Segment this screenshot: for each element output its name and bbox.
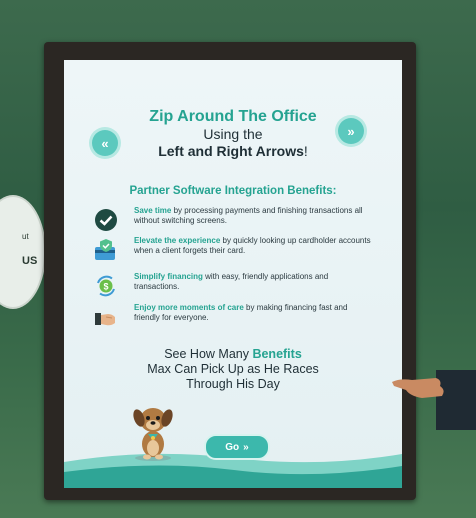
screen-subtitle-line: Using the [203,126,263,142]
wall-sign-text: US [22,255,38,267]
benefits-heading: Partner Software Integration Benefits: [129,185,337,197]
pointing-hand [392,378,444,398]
benefit-highlight: Save time [134,206,172,215]
tv-screen: « » Zip Around The Office Using the Left… [64,60,402,488]
shield-card-icon [95,239,115,260]
wall-sign-small-text: ut [22,232,29,241]
prompt-line-2: Max Can Pick Up as He Races [147,362,319,376]
dog-mascot [133,408,173,461]
handshake-icon [95,313,115,326]
double-chevron-right-icon: » [243,441,249,453]
benefit-item: $ Simplify financing with easy, friendly… [94,272,374,300]
go-label: Go [225,441,240,453]
check-circle-icon [95,209,117,231]
benefits-prompt: See How Many Benefits Max Can Pick Up as… [64,347,402,392]
benefit-highlight: Simplify financing [134,272,203,281]
benefit-text: Save time by processing payments and fin… [134,206,374,226]
benefit-text: Simplify financing with easy, friendly a… [134,272,374,292]
prompt-prefix: See How Many [164,347,253,361]
prompt-line-3: Through His Day [186,377,280,391]
go-button[interactable]: Go » [204,434,270,460]
refresh-dollar-icon: $ [97,275,115,297]
benefit-text: Elevate the experience by quickly lookin… [134,236,374,256]
arrows-phrase: Left and Right Arrows [158,143,304,159]
screen-title: Zip Around The Office [149,108,317,125]
benefit-item: Save time by processing payments and fin… [94,206,374,234]
exclamation: ! [303,143,308,159]
screen-subtitle-bold-line: Left and Right Arrows! [64,143,402,159]
benefit-item: Elevate the experience by quickly lookin… [94,236,374,264]
prompt-benefits-word: Benefits [252,347,302,361]
benefit-item: Enjoy more moments of care by making fin… [94,303,374,331]
prompt-line-1: See How Many Benefits [64,347,402,362]
benefit-text: Enjoy more moments of care by making fin… [134,303,374,323]
svg-text:$: $ [103,282,108,292]
benefit-highlight: Enjoy more moments of care [134,303,244,312]
benefit-highlight: Elevate the experience [134,236,221,245]
